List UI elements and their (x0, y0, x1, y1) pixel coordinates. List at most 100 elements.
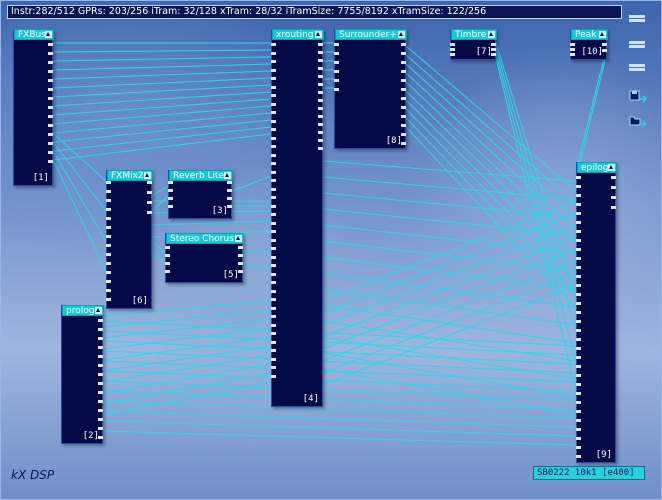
connector-pin[interactable] (98, 373, 103, 376)
connector-pin[interactable] (334, 88, 339, 91)
collapse-icon[interactable] (599, 31, 606, 38)
connector-pin[interactable] (271, 43, 276, 46)
connector-pin[interactable] (576, 428, 581, 431)
connector-pin[interactable] (611, 196, 616, 199)
connector-pin[interactable] (238, 246, 243, 249)
connector-pin[interactable] (491, 53, 496, 56)
connector-pin[interactable] (271, 102, 276, 106)
connector-pin[interactable] (106, 217, 111, 220)
connector-pin[interactable] (576, 293, 581, 296)
connector-pin[interactable] (271, 247, 276, 250)
connector-pin[interactable] (576, 410, 581, 413)
connector-pin[interactable] (48, 160, 53, 163)
block-title[interactable]: xrouting (272, 29, 324, 40)
connector-pin[interactable] (165, 246, 170, 249)
block-title[interactable]: FXMix2 (107, 170, 153, 181)
connector-pin[interactable] (106, 226, 111, 229)
connector-pin[interactable] (401, 106, 406, 109)
connector-pin[interactable] (271, 179, 276, 182)
connector-pin[interactable] (576, 230, 581, 233)
connector-pin[interactable] (147, 191, 152, 194)
connector-pin[interactable] (271, 51, 276, 55)
connector-pin[interactable] (271, 230, 276, 233)
connector-pin[interactable] (271, 94, 276, 97)
connector-pin[interactable] (576, 266, 581, 269)
connector-pin[interactable] (271, 264, 276, 267)
connector-pin[interactable] (318, 59, 323, 62)
block-title[interactable]: Reverb Lite (169, 170, 233, 181)
toolbar-button-2[interactable] (629, 41, 645, 44)
connector-pin[interactable] (334, 70, 339, 73)
connector-pin[interactable] (401, 79, 406, 82)
collapse-icon[interactable] (224, 172, 231, 179)
connector-pin[interactable] (271, 136, 276, 140)
connector-pin[interactable] (334, 79, 339, 82)
connector-pin[interactable] (576, 419, 581, 422)
connector-pin[interactable] (576, 356, 581, 359)
connector-pin[interactable] (271, 213, 276, 216)
connector-pin[interactable] (318, 83, 323, 86)
connector-pin[interactable] (106, 271, 111, 274)
connector-pin[interactable] (271, 68, 276, 72)
connector-pin[interactable] (576, 221, 581, 224)
connector-pin[interactable] (334, 61, 339, 64)
connector-pin[interactable] (168, 189, 173, 192)
block-fxbus[interactable]: FXBus [1] (13, 29, 54, 186)
connector-pin[interactable] (401, 70, 406, 73)
connector-pin[interactable] (271, 153, 276, 157)
connector-pin[interactable] (318, 75, 323, 78)
connector-pin[interactable] (576, 203, 581, 206)
connector-pin[interactable] (611, 206, 616, 209)
connector-pin[interactable] (576, 194, 581, 197)
connector-pin[interactable] (318, 131, 323, 134)
connector-pin[interactable] (318, 43, 323, 46)
connector-pin[interactable] (271, 162, 276, 165)
save-icon[interactable] (629, 89, 648, 103)
connector-pin[interactable] (318, 123, 323, 126)
connector-pin[interactable] (168, 205, 173, 208)
connector-pin[interactable] (98, 364, 103, 367)
connector-pin[interactable] (318, 51, 323, 54)
connector-pin[interactable] (238, 262, 243, 265)
load-icon[interactable] (629, 113, 648, 128)
connector-pin[interactable] (318, 67, 323, 70)
toolbar-button-1[interactable] (629, 15, 645, 18)
connector-pin[interactable] (271, 204, 276, 208)
connector-pin[interactable] (168, 181, 173, 184)
connector-pin[interactable] (98, 418, 103, 421)
connector-pin[interactable] (98, 328, 103, 331)
connector-pin[interactable] (318, 115, 323, 118)
connector-pin[interactable] (48, 52, 53, 55)
connector-pin[interactable] (401, 115, 406, 118)
connector-pin[interactable] (147, 181, 152, 184)
connector-pin[interactable] (271, 272, 276, 276)
connector-pin[interactable] (576, 365, 581, 368)
connector-pin[interactable] (48, 70, 53, 73)
block-prolog[interactable]: prolog [2] (61, 305, 104, 444)
block-title[interactable]: Stereo Chorus (166, 233, 244, 244)
connector-pin[interactable] (271, 60, 276, 63)
connector-pin[interactable] (48, 106, 53, 109)
connector-pin[interactable] (401, 52, 406, 55)
connector-pin[interactable] (576, 374, 581, 377)
connector-pin[interactable] (271, 281, 276, 284)
connector-pin[interactable] (106, 298, 111, 301)
block-epilog[interactable]: epilog [9] (576, 162, 617, 463)
connector-pin[interactable] (271, 111, 276, 114)
connector-pin[interactable] (98, 337, 103, 340)
connector-pin[interactable] (450, 53, 455, 56)
connector-pin[interactable] (491, 43, 496, 46)
connector-pin[interactable] (106, 244, 111, 247)
connector-pin[interactable] (576, 311, 581, 314)
connector-pin[interactable] (576, 347, 581, 350)
connector-pin[interactable] (271, 323, 276, 327)
connector-pin[interactable] (98, 382, 103, 385)
connector-pin[interactable] (271, 357, 276, 361)
block-surrounder[interactable]: Surrounder+ [8] (334, 29, 407, 149)
connector-pin[interactable] (576, 185, 581, 188)
connector-pin[interactable] (576, 437, 581, 440)
connector-pin[interactable] (576, 392, 581, 395)
connector-pin[interactable] (271, 306, 276, 310)
connector-pin[interactable] (570, 48, 575, 51)
connector-pin[interactable] (165, 262, 170, 265)
